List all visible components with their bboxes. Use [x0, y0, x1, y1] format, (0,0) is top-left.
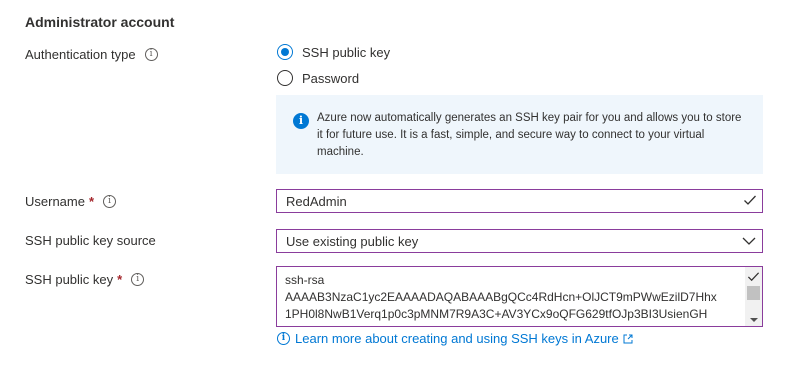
key-source-label: SSH public key source	[25, 233, 156, 248]
checkmark-icon	[744, 195, 756, 205]
username-value: RedAdmin	[286, 194, 347, 209]
ssh-info-text: Azure now automatically generates an SSH…	[317, 112, 742, 158]
public-key-line: ssh-rsa	[285, 273, 325, 287]
radio-password[interactable]: Password	[277, 70, 359, 86]
key-source-label-row: SSH public key source	[25, 233, 156, 248]
info-icon[interactable]	[144, 48, 158, 61]
chevron-down-icon	[742, 237, 756, 245]
admin-account-section: Administrator account Authentication typ…	[0, 0, 794, 367]
scrollbar-thumb[interactable]	[747, 286, 760, 300]
textarea-scrollbar[interactable]	[745, 267, 762, 326]
learn-more-text[interactable]: Learn more about creating and using SSH …	[295, 331, 619, 346]
checkmark-icon	[747, 272, 760, 282]
key-source-dropdown[interactable]: Use existing public key	[276, 229, 763, 253]
auth-type-label-row: Authentication type	[25, 47, 158, 62]
info-icon[interactable]	[103, 195, 117, 208]
public-key-line: 1PH0l8NwB1Verq1p0c3pMNM7R9A3C+AV3YCx9oQF…	[285, 307, 708, 321]
public-key-textarea[interactable]: ssh-rsa AAAAB3NzaC1yc2EAAAADAQABAAABgQCc…	[276, 266, 763, 327]
info-filled-icon: i	[293, 113, 309, 129]
public-key-label: SSH public key	[25, 272, 114, 287]
ssh-info-box: i Azure now automatically generates an S…	[276, 95, 763, 174]
external-link-icon	[623, 334, 633, 343]
radio-password-label: Password	[302, 70, 360, 86]
radio-ssh-label: SSH public key	[302, 44, 391, 60]
public-key-content: ssh-rsa AAAAB3NzaC1yc2EAAAADAQABAAABgQCc…	[285, 272, 717, 323]
required-marker: *	[117, 272, 123, 287]
auth-type-label: Authentication type	[25, 47, 136, 62]
section-title: Administrator account	[25, 14, 175, 30]
info-icon	[277, 332, 290, 345]
username-label: Username	[25, 194, 85, 209]
public-key-label-row: SSH public key *	[25, 272, 145, 287]
radio-checked-icon[interactable]	[277, 44, 293, 60]
username-input[interactable]: RedAdmin	[276, 189, 763, 213]
key-source-value: Use existing public key	[286, 234, 419, 249]
radio-ssh-public-key[interactable]: SSH public key	[277, 44, 390, 60]
info-icon[interactable]	[131, 273, 145, 286]
learn-more-link[interactable]: Learn more about creating and using SSH …	[277, 331, 633, 346]
scroll-down-arrow-icon[interactable]	[750, 318, 758, 322]
public-key-line: AAAAB3NzaC1yc2EAAAADAQABAAABgQCc4RdHcn+O…	[285, 290, 717, 304]
required-marker: *	[88, 194, 95, 209]
radio-unchecked-icon[interactable]	[277, 70, 293, 86]
username-label-row: Username *	[25, 194, 117, 209]
